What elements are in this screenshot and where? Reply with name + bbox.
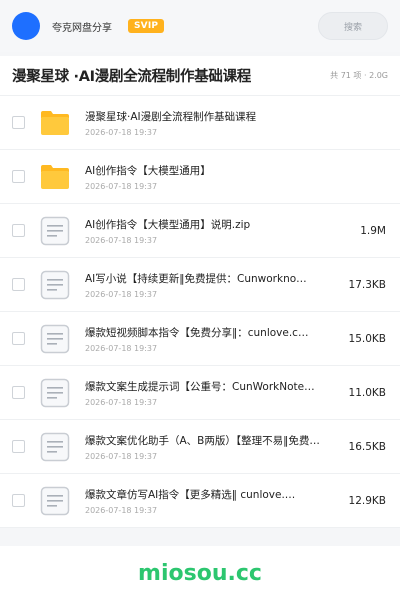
file-date: 2026-07-18 19:37 (85, 181, 158, 191)
watermark: miosou.cc (138, 560, 262, 586)
search-placeholder: 搜索 (343, 22, 362, 33)
file-name: AI创作指令【大模型通用】 (85, 164, 211, 177)
file-size: 16.5KB (348, 440, 386, 453)
file-name: AI写小说【持续更新‖免费提供：Cunworkno… (85, 272, 307, 285)
file-list: 漫聚星球·AI漫剧全流程制作基础课程 2026-07-18 19:37 AI创作… (0, 96, 400, 528)
footer: miosou.cc (0, 546, 400, 600)
title-bar: 漫聚星球 ·AI漫剧全流程制作基础课程 共 71 项 · 2.0G (0, 56, 400, 96)
document-icon (40, 432, 70, 462)
site-name: 夸克网盘分享 (52, 22, 112, 34)
svip-badge: SVIP (128, 19, 165, 33)
file-name: AI创作指令【大模型通用】说明.zip (85, 218, 251, 231)
row-checkbox[interactable] (12, 224, 25, 237)
top-header: 夸克网盘分享 SVIP 搜索 (0, 0, 400, 52)
document-icon (40, 270, 70, 300)
item-count-meta: 共 71 项 · 2.0G (330, 71, 388, 80)
document-icon (40, 324, 70, 354)
file-row[interactable]: AI创作指令【大模型通用】说明.zip 2026-07-18 19:37 1.9… (0, 204, 400, 258)
file-size: 15.0KB (348, 332, 386, 345)
file-name: 漫聚星球·AI漫剧全流程制作基础课程 (85, 110, 257, 123)
file-row[interactable]: 爆款短视频脚本指令【免费分享‖：cunlove.c… 2026-07-18 19… (0, 312, 400, 366)
file-row[interactable]: AI创作指令【大模型通用】 2026-07-18 19:37 (0, 150, 400, 204)
file-size: 11.0KB (348, 386, 386, 399)
file-size: 17.3KB (348, 278, 386, 291)
file-size: 12.9KB (348, 494, 386, 507)
row-checkbox[interactable] (12, 170, 25, 183)
file-date: 2026-07-18 19:37 (85, 289, 158, 299)
folder-icon (40, 162, 70, 192)
file-row[interactable]: 爆款文案优化助手（A、B两版）【整理不易‖免费奉上… 2026-07-18 19… (0, 420, 400, 474)
file-name: 爆款短视频脚本指令【免费分享‖：cunlove.c… (85, 326, 309, 339)
file-name: 爆款文案优化助手（A、B两版）【整理不易‖免费奉上… (85, 434, 325, 447)
document-icon (40, 378, 70, 408)
row-checkbox[interactable] (12, 116, 25, 129)
file-row[interactable]: 爆款文案生成提示词【公重号：CunWorkNote… 2026-07-18 19… (0, 366, 400, 420)
file-name: 爆款文案生成提示词【公重号：CunWorkNote… (85, 380, 315, 393)
file-date: 2026-07-18 19:37 (85, 127, 158, 137)
page-title: 漫聚星球 ·AI漫剧全流程制作基础课程 (12, 69, 251, 85)
file-size: 1.9M (360, 224, 386, 237)
search-input[interactable]: 搜索 (318, 12, 388, 40)
file-row[interactable]: 爆款文章仿写AI指令【更多精选‖ cunlove.… 2026-07-18 19… (0, 474, 400, 528)
avatar[interactable] (12, 12, 40, 40)
row-checkbox[interactable] (12, 278, 25, 291)
row-checkbox[interactable] (12, 332, 25, 345)
document-icon (40, 216, 70, 246)
file-row[interactable]: AI写小说【持续更新‖免费提供：Cunworkno… 2026-07-18 19… (0, 258, 400, 312)
row-checkbox[interactable] (12, 386, 25, 399)
file-date: 2026-07-18 19:37 (85, 235, 158, 245)
row-checkbox[interactable] (12, 494, 25, 507)
file-date: 2026-07-18 19:37 (85, 343, 158, 353)
file-row[interactable]: 漫聚星球·AI漫剧全流程制作基础课程 2026-07-18 19:37 (0, 96, 400, 150)
document-icon (40, 486, 70, 516)
row-checkbox[interactable] (12, 440, 25, 453)
folder-icon (40, 108, 70, 138)
file-date: 2026-07-18 19:37 (85, 505, 158, 515)
file-date: 2026-07-18 19:37 (85, 451, 158, 461)
file-name: 爆款文章仿写AI指令【更多精选‖ cunlove.… (85, 488, 296, 501)
file-date: 2026-07-18 19:37 (85, 397, 158, 407)
